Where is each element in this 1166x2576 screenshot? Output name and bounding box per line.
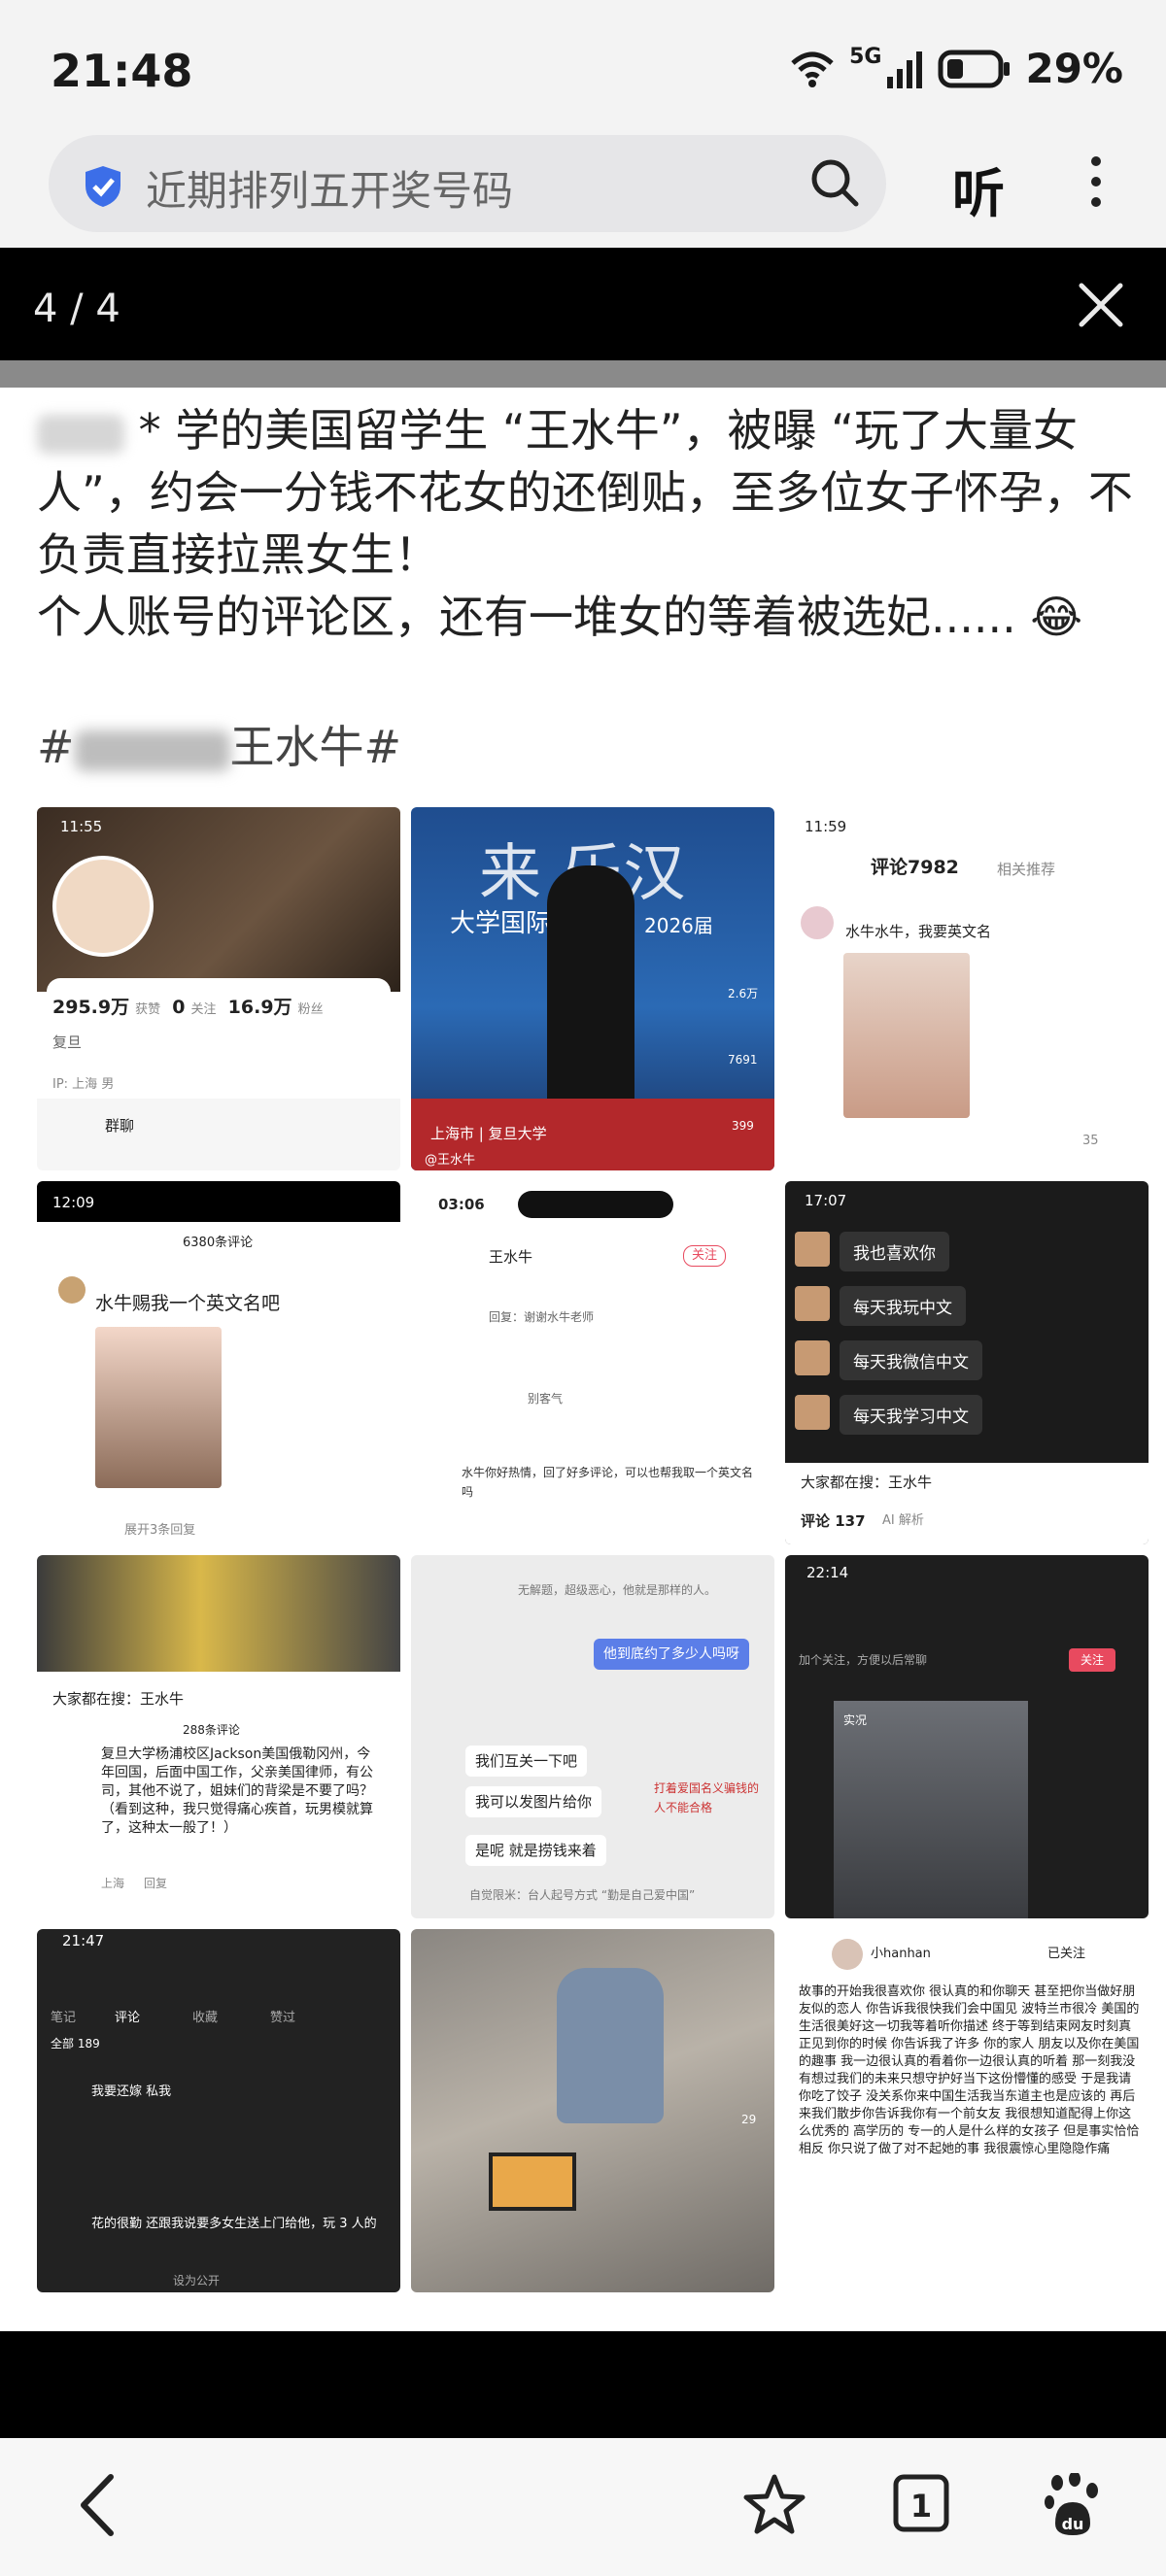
post-image: * 学的美国留学生 “王水牛”，被曝 “玩了大量女 人”，约会一分钱不花女的还倒… xyxy=(0,388,1166,2331)
viewer-divider xyxy=(0,360,1166,388)
signal-icon xyxy=(887,51,923,88)
thumb-comments: 11:59 评论7982 相关推荐 水牛水牛，我要英文名 35 xyxy=(785,807,1149,1170)
image-counter: 4 / 4 xyxy=(33,287,120,331)
more-menu-icon[interactable] xyxy=(1084,156,1108,215)
battery-icon xyxy=(938,50,1011,87)
search-query: 近期排列五开奖号码 xyxy=(146,167,514,215)
baidu-paw-icon[interactable]: du xyxy=(1044,2473,1102,2537)
viewer-footer xyxy=(0,2331,1166,2438)
wifi-icon xyxy=(791,51,834,87)
image-viewer-header: 4 / 4 xyxy=(0,248,1166,360)
network-type: 5G xyxy=(849,45,882,69)
star-icon[interactable] xyxy=(742,2473,806,2537)
hashtag: # 王水牛# xyxy=(37,721,402,773)
status-time: 21:48 xyxy=(51,45,193,97)
browser-page: 21:48 5G 29% 近期排列五开奖号码 听 4 / 4 * 学的美国留学生… xyxy=(0,0,1166,2576)
back-icon[interactable] xyxy=(78,2473,117,2537)
caption-line-1: 学的美国留学生 “王水牛”，被曝 “玩了大量女 xyxy=(175,404,1078,457)
thumb-stage: 来 乐汉 大学国际文 2026届 2.6万 7691 399 上海市 | 复旦大… xyxy=(411,807,774,1170)
thumb-chat-replies: 03:06 王水牛 关注 回复：谢谢水牛老师 别客气 水牛你好热情，回了好多评论… xyxy=(411,1181,774,1544)
caption-line-4: 个人账号的评论区，还有一堆女的等着被选妃...... 😂 xyxy=(37,591,1083,643)
browser-nav-bar: 1 du xyxy=(0,2438,1166,2576)
listen-button[interactable]: 听 xyxy=(952,151,1005,227)
status-bar: 21:48 5G 29% xyxy=(0,0,1166,131)
thumb-profile: 11:55 295.9万 获赞 0 关注 16.9万 粉丝 复旦 IP: 上海 … xyxy=(37,807,400,1170)
thumb-dark-messages: 17:07 我也喜欢你 每天我玩中文 每天我微信中文 每天我学习中文 大家都在搜… xyxy=(785,1181,1149,1544)
tabs-icon[interactable]: 1 xyxy=(892,2473,950,2533)
thumb-bed-photo: 29 xyxy=(411,1929,774,2292)
thumb-story-text: 小hanhan 已关注 故事的开始我很喜欢你 很认真的和你聊天 甚至把你当做好朋… xyxy=(785,1929,1149,2292)
svg-text:1: 1 xyxy=(910,2488,932,2525)
search-icon[interactable] xyxy=(808,156,861,209)
avatar xyxy=(52,856,154,957)
svg-text:du: du xyxy=(1062,2515,1084,2533)
post-caption: * 学的美国留学生 “王水牛”，被曝 “玩了大量女 人”，约会一分钱不花女的还倒… xyxy=(37,399,1135,648)
thumb-dark-comments: 21:47 笔记 评论 收藏 赞过 全部 189 我要还嫁 私我 花的很勤 还跟… xyxy=(37,1929,400,2292)
close-icon[interactable] xyxy=(1077,281,1125,329)
blurred-text xyxy=(37,414,124,454)
caption-line-3: 负责直接拉黑女生！ xyxy=(37,528,439,581)
status-indicators: 5G 29% xyxy=(789,45,1123,92)
search-input[interactable]: 近期排列五开奖号码 xyxy=(49,135,886,232)
shield-icon xyxy=(86,166,120,207)
thumb-dark-video: 22:14 加个关注，方便以后常聊 关注 实况 xyxy=(785,1555,1149,1918)
browser-toolbar: 近期排列五开奖号码 听 xyxy=(0,131,1166,248)
blurred-text xyxy=(74,729,230,771)
thumb-comments-2: 12:09 6380条评论 水牛赐我一个英文名吧 展开3条回复 xyxy=(37,1181,400,1544)
thumb-long-comment: 大家都在搜：王水牛 288条评论 复旦大学杨浦校区Jackson美国俄勒冈州，今… xyxy=(37,1555,400,1918)
battery-level: 29% xyxy=(1025,45,1123,92)
caption-line-2: 人”，约会一分钱不花女的还倒贴，至多位女子怀孕，不 xyxy=(37,466,1133,519)
thumb-chat-bubbles: 无解题，超级恶心，他就是那样的人。 他到底约了多少人吗呀 我们互关一下吧 我可以… xyxy=(411,1555,774,1918)
